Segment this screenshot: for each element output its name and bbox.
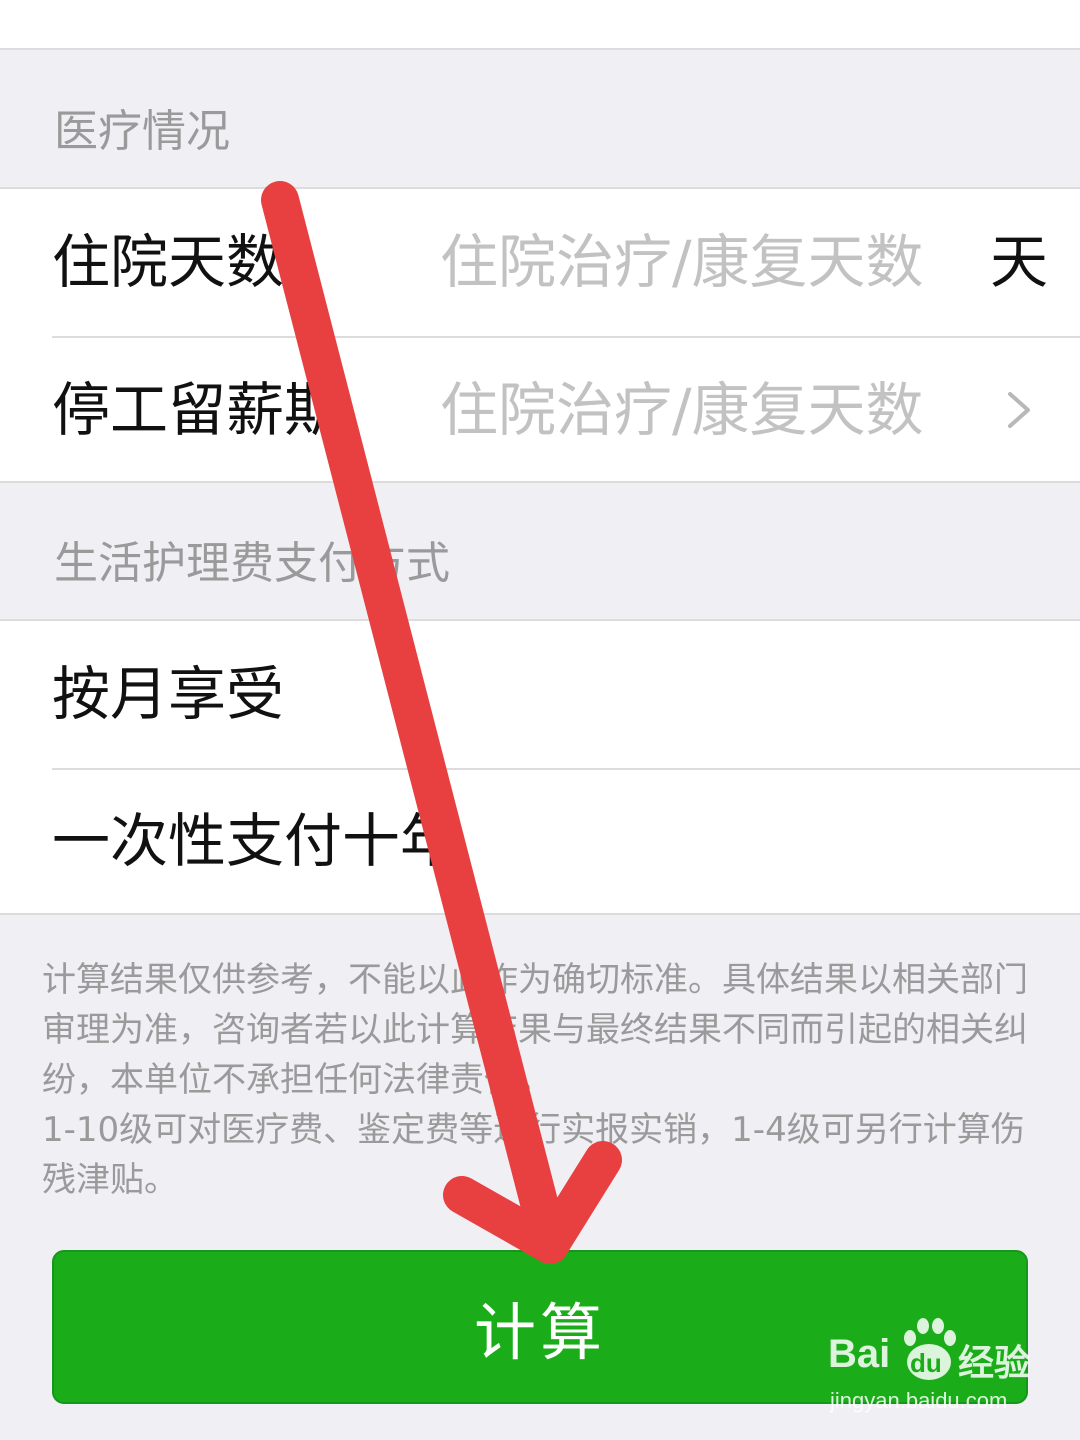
watermark-url: jingyan.baidu.com	[830, 1388, 1008, 1413]
section-title-medical: 医疗情况	[54, 106, 230, 157]
row-divider	[52, 768, 1080, 770]
paid-leave-input[interactable]: 住院治疗/康复天数	[440, 381, 924, 439]
divider	[0, 913, 1080, 915]
hospital-days-label: 住院天数	[52, 228, 285, 296]
watermark-paw-icon: du	[898, 1318, 960, 1384]
hospital-days-unit: 天	[990, 228, 1049, 296]
hospital-days-input[interactable]: 住院治疗/康复天数	[440, 233, 924, 291]
note-paragraph: 1-10级可对医疗费、鉴定费等进行实报实销，1-4级可另行计算伤残津贴。	[42, 1110, 1025, 1200]
paid-leave-label: 停工留薪期	[52, 376, 343, 444]
divider	[0, 48, 1080, 50]
disclaimer-paragraph: 计算结果仅供参考，不能以此作为确切标准。具体结果以相关部门审理为准，咨询者若以此…	[42, 960, 1028, 1100]
watermark-brand: Bai	[828, 1332, 891, 1376]
disclaimer-text: 计算结果仅供参考，不能以此作为确切标准。具体结果以相关部门审理为准，咨询者若以此…	[42, 955, 1032, 1205]
care-option-lump-sum[interactable]: 一次性支付十年	[52, 812, 458, 870]
divider	[0, 481, 1080, 483]
baidu-jingyan-watermark: Bai du 经验 jingyan.baidu.com	[820, 1318, 1040, 1418]
care-option-monthly[interactable]: 按月享受	[52, 665, 284, 723]
top-row	[0, 0, 1080, 48]
chevron-right-icon[interactable]	[1004, 390, 1034, 430]
watermark-suffix: 经验	[958, 1342, 1031, 1383]
watermark-brand-du: du	[910, 1348, 942, 1378]
row-divider	[52, 336, 1080, 338]
section-title-care: 生活护理费支付方式	[54, 538, 450, 589]
